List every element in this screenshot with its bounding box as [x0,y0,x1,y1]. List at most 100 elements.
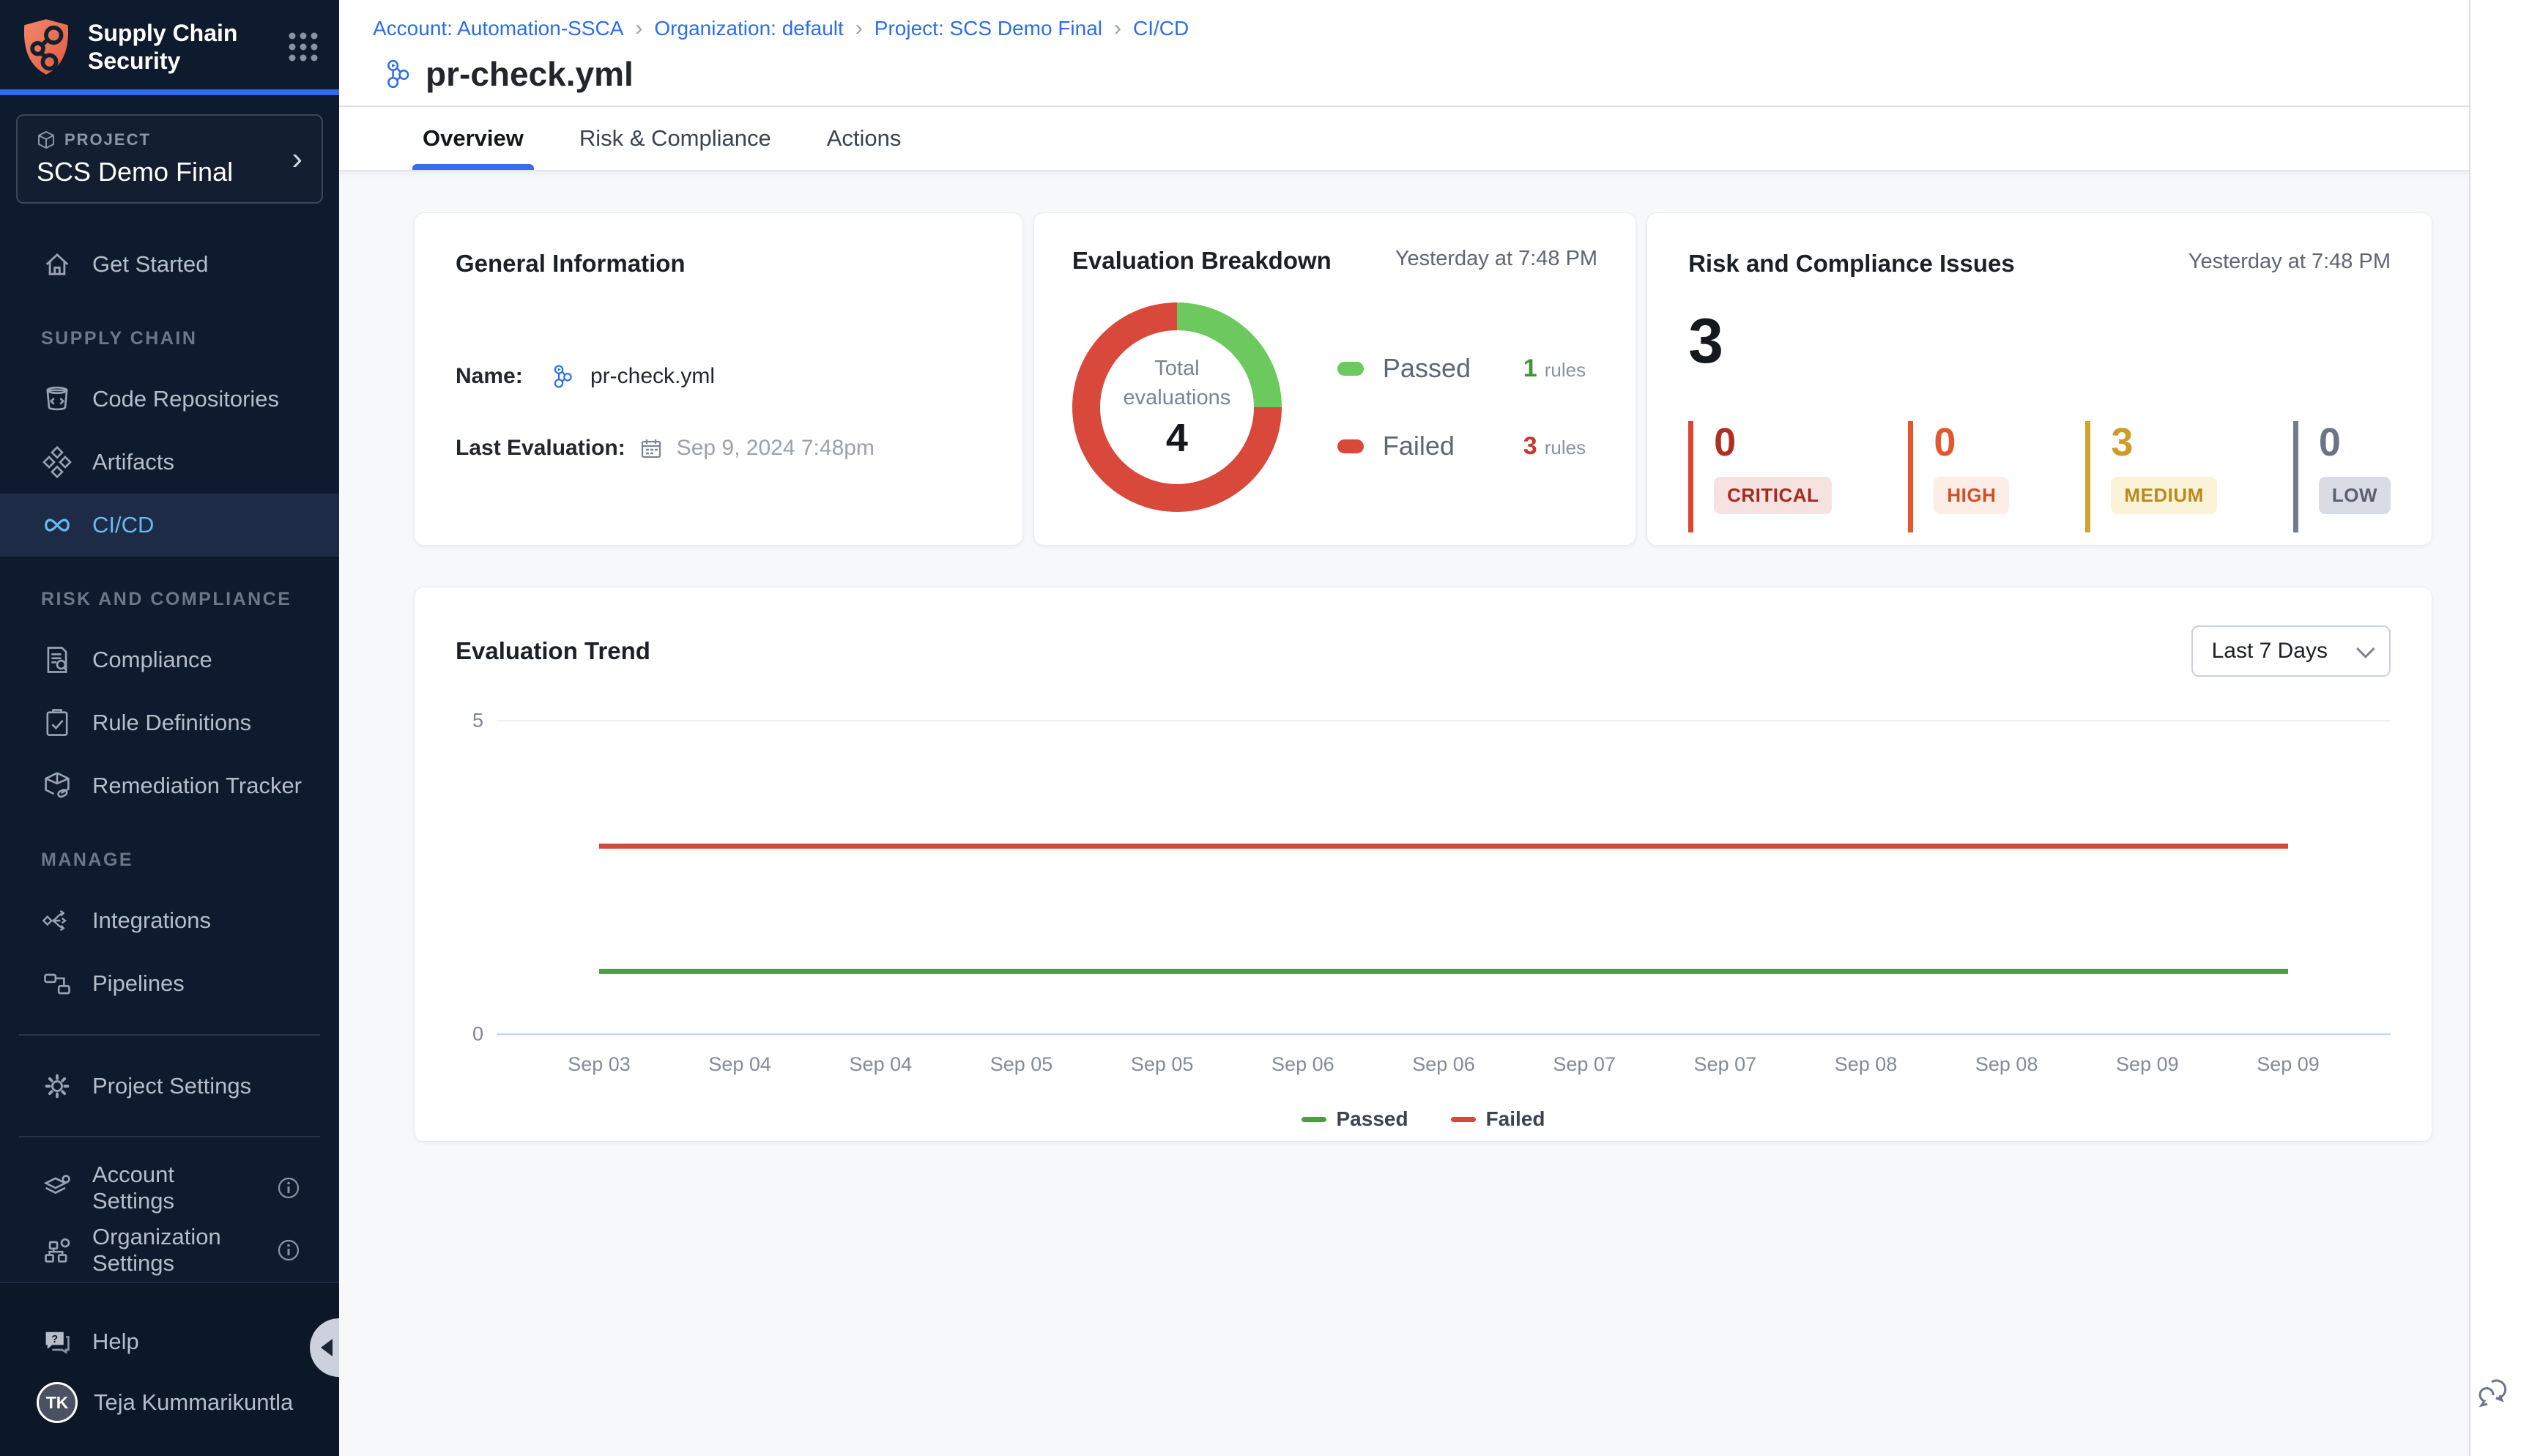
sidebar-item-artifacts[interactable]: Artifacts [0,431,339,494]
low-badge: LOW [2319,477,2391,514]
sidebar-item-label: Integrations [92,907,211,934]
home-icon [41,248,73,281]
legend-row-failed: Failed 3 rules [1337,431,1597,461]
user-name: Teja Kummarikuntla [94,1389,293,1416]
name-row: Name: pr-check.yml [456,364,981,389]
nav-section-risk-compliance: RISK AND COMPLIANCE [0,582,339,618]
card-title: Evaluation Trend [456,637,650,665]
sidebar-item-account-settings[interactable]: Account Settings [0,1156,339,1219]
severity-high: 0 HIGH [1908,421,2009,532]
sidebar-item-project-settings[interactable]: Project Settings [0,1055,339,1117]
passed-count: 1 [1523,354,1537,383]
sidebar-header: Supply Chain Security [0,0,339,89]
trend-chart: 5 0 Sep 03Sep 04Sep 04Sep 05Sep 05Sep 06… [456,712,2391,1131]
chevron-down-icon [2356,639,2375,658]
info-icon[interactable] [276,1238,301,1263]
project-name: SCS Demo Final [37,157,292,187]
tab-risk-compliance[interactable]: Risk & Compliance [579,107,771,170]
date-range-select[interactable]: Last 7 Days [2191,625,2391,677]
trend-legend: Passed Failed [456,1107,2391,1131]
pipeline-icon [383,59,414,89]
sidebar-item-label: CI/CD [92,512,154,538]
evaluation-donut-chart: Total evaluations 4 [1072,302,1282,512]
sidebar-bottom: ? Help TK Teja Kummarikuntla [0,1282,339,1456]
donut-center: Total evaluations 4 [1100,330,1254,484]
y-axis: 5 0 [456,712,488,1043]
tab-actions[interactable]: Actions [827,107,902,170]
chevron-right-icon: › [635,16,642,41]
sidebar-item-get-started[interactable]: Get Started [0,233,339,296]
sidebar-divider [19,1136,320,1137]
project-selector[interactable]: PROJECT SCS Demo Final › [16,114,323,204]
sidebar-item-code-repositories[interactable]: Code Repositories [0,368,339,431]
trend-legend-failed: Failed [1451,1107,1545,1131]
nav-section-manage: MANAGE [0,842,339,879]
sidebar-item-label: Pipelines [92,970,185,997]
info-icon[interactable] [276,1175,301,1200]
user-menu[interactable]: TK Teja Kummarikuntla [0,1371,339,1434]
app-title: Supply Chain Security [88,19,286,75]
sidebar-divider [19,1034,320,1036]
rule-definitions-clipboard-icon [41,707,73,739]
module-progress-bar [0,89,339,95]
x-axis-label: Sep 04 [708,1053,771,1076]
risk-compliance-issues-card: Risk and Compliance Issues Yesterday at … [1646,212,2432,546]
main-area: Account: Automation-SSCA › Organization:… [339,0,2469,1456]
total-issues-value: 3 [1688,310,2391,373]
sidebar-item-compliance[interactable]: Compliance [0,628,339,691]
y-axis-tick-max: 5 [472,710,483,732]
sidebar-item-rule-definitions[interactable]: Rule Definitions [0,691,339,754]
critical-badge: CRITICAL [1714,477,1832,514]
right-rail [2469,0,2521,1456]
account-settings-layers-icon [41,1172,73,1204]
sidebar-item-organization-settings[interactable]: Organization Settings [0,1219,339,1282]
code-repository-icon [41,383,73,415]
artifacts-icon [41,446,73,478]
project-cube-icon [37,130,56,149]
organization-settings-icon [41,1234,73,1266]
x-axis-label: Sep 08 [1975,1053,2038,1076]
critical-count: 0 [1714,423,1832,462]
sidebar-item-label: Organization Settings [92,1224,257,1277]
sidebar-item-remediation-tracker[interactable]: Remediation Tracker [0,754,339,817]
breadcrumb-cicd[interactable]: CI/CD [1133,17,1189,40]
trend-legend-passed: Passed [1302,1107,1408,1131]
x-axis-label: Sep 03 [568,1053,631,1076]
high-badge: HIGH [1934,477,2009,514]
sidebar-item-label: Help [92,1329,139,1355]
sidebar-item-integrations[interactable]: Integrations [0,889,339,952]
x-axis-label: Sep 06 [1271,1053,1334,1076]
medium-badge: MEDIUM [2111,477,2216,514]
card-title: General Information [456,250,981,278]
app-grid-icon[interactable] [286,30,320,64]
tab-overview[interactable]: Overview [423,107,524,170]
severity-medium: 3 MEDIUM [2085,421,2216,532]
x-axis-label: Sep 05 [1131,1053,1194,1076]
x-axis-label: Sep 07 [1553,1053,1616,1076]
sidebar-item-pipelines[interactable]: Pipelines [0,952,339,1015]
summary-cards-row: General Information Name: pr-check.yml L… [414,212,2432,546]
svg-text:?: ? [51,1334,58,1345]
supply-chain-security-logo-shield-icon [19,18,73,76]
name-value: pr-check.yml [590,364,715,389]
sidebar-item-label: Rule Definitions [92,710,251,736]
avatar: TK [37,1382,78,1423]
breakdown-legend: Passed 1 rules Failed 3 rules [1337,353,1597,461]
chat-support-icon[interactable] [2479,1378,2514,1414]
sidebar-item-cicd[interactable]: CI/CD [0,494,339,557]
x-axis-label: Sep 04 [850,1053,913,1076]
card-title: Evaluation Breakdown [1072,247,1332,275]
page-content: General Information Name: pr-check.yml L… [339,171,2469,1456]
page-header: Account: Automation-SSCA › Organization:… [339,0,2469,107]
breadcrumb-organization[interactable]: Organization: default [654,17,843,40]
breadcrumb-account[interactable]: Account: Automation-SSCA [373,17,623,40]
sidebar-item-label: Code Repositories [92,386,279,412]
general-information-card: General Information Name: pr-check.yml L… [414,212,1023,546]
nav-section-supply-chain: SUPPLY CHAIN [0,321,339,357]
trend-plot-area [497,712,2391,1043]
breadcrumb-project[interactable]: Project: SCS Demo Final [875,17,1102,40]
compliance-document-icon [41,644,73,676]
passed-line-swatch [1302,1117,1326,1122]
sidebar-item-help[interactable]: ? Help [0,1312,339,1371]
severity-critical: 0 CRITICAL [1688,421,1832,532]
